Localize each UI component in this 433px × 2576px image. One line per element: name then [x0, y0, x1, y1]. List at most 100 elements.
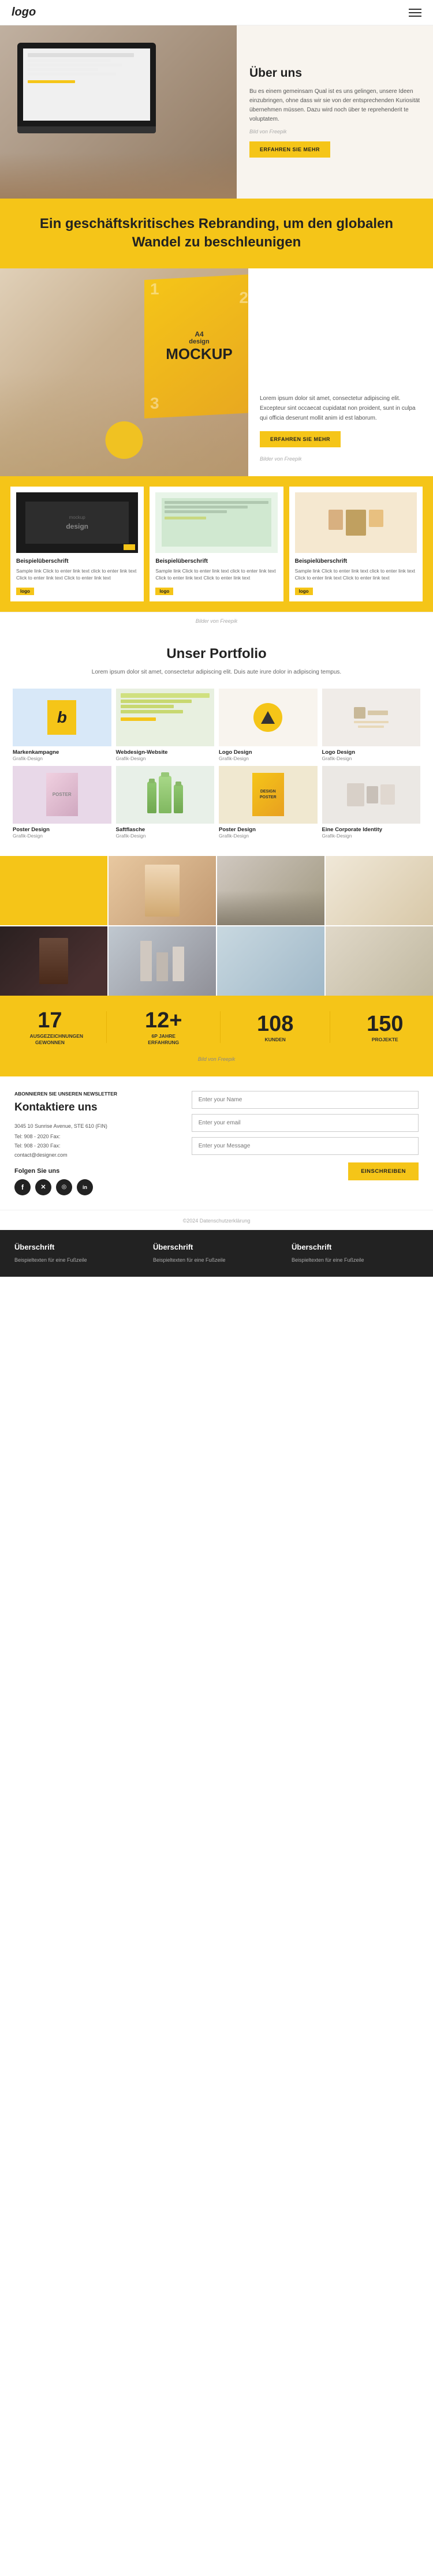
stat-label-2: KUNDEN	[257, 1037, 293, 1044]
card-2-image	[155, 492, 277, 553]
photo-cell-1	[0, 856, 107, 925]
portfolio-card-2: Beispielüberschrift Sample link Click to…	[150, 487, 283, 601]
hamburger-line	[409, 16, 421, 17]
card-2-tag: logo	[155, 588, 173, 595]
card-1-image: mockup design	[16, 492, 138, 553]
copyright-text: ©2024 Datenschutzerklärung	[183, 1218, 251, 1224]
hamburger-menu[interactable]	[409, 9, 421, 17]
photo-cell-7	[217, 926, 324, 996]
stats-img-credit: Bild von Freepik	[198, 1056, 236, 1062]
footer-col-0: Überschrift Beispieltexten für eine Fußz…	[14, 1243, 141, 1264]
contact-email: contact@designer.com	[14, 1151, 179, 1159]
mockup-sub-label: design	[189, 338, 209, 345]
portfolio-item-0[interactable]: b Markenkampagne Grafik-Design	[13, 689, 111, 761]
stats-section: 17 AUSGEZEICHNUNGEN GEWONNEN 12+ 6P JAHR…	[0, 996, 433, 1077]
contact-section: ABONNIEREN SIE UNSEREN NEWSLETTER Kontak…	[0, 1076, 433, 1209]
card-1-tag: logo	[16, 588, 34, 595]
portfolio-item-4-category: Grafik-Design	[13, 833, 111, 839]
card-1-text: Sample link Click to enter link text cli…	[16, 568, 138, 582]
contact-message-input[interactable]	[192, 1137, 419, 1155]
facebook-icon: f	[21, 1183, 24, 1191]
hero-image	[0, 25, 237, 199]
portfolio-card-3: Beispielüberschrift Sample link Click to…	[289, 487, 423, 601]
photo-cell-4	[326, 856, 433, 925]
rebranding-heading-section: Ein geschäftskritisches Rebranding, um d…	[0, 199, 433, 268]
stat-item-1: 12+ 6P JAHRE ERFAHRUNG	[143, 1008, 184, 1047]
portfolio-item-6-label: Poster Design	[219, 827, 318, 833]
hero-title: Über uns	[249, 66, 420, 80]
portfolio-item-5-category: Grafik-Design	[116, 833, 215, 839]
navbar: logo	[0, 0, 433, 25]
social-icons-row: f ✕ ◎ in	[14, 1179, 179, 1195]
mockup-panel: 1 2 3 A4 design MOCKUP	[144, 274, 248, 418]
portfolio-item-6[interactable]: DESIGNPOSTER Poster Design Grafik-Design	[219, 766, 318, 839]
mockup-number-badge-3: 3	[150, 394, 159, 413]
portfolio-item-6-category: Grafik-Design	[219, 833, 318, 839]
contact-phone1: Tel: 908 - 2020 Fax:	[14, 1132, 179, 1141]
contact-phone2: Tel: 908 - 2030 Fax:	[14, 1142, 179, 1150]
portfolio-item-4-image: POSTER	[13, 766, 111, 824]
rebranding-body-text: Lorem ipsum dolor sit amet, consectetur …	[260, 394, 421, 423]
social-icon-fb[interactable]: f	[14, 1179, 31, 1195]
stat-label-0: AUSGEZEICHNUNGEN GEWONNEN	[29, 1033, 70, 1047]
contact-title: Kontaktiere uns	[14, 1101, 179, 1114]
hero-section: Über uns Bu es einem gemeinsam Qual ist …	[0, 25, 433, 199]
portfolio-item-7-label: Eine Corporate Identity	[322, 827, 421, 833]
portfolio-card-1: mockup design Beispielüberschrift Sample…	[10, 487, 144, 601]
card-2-title: Beispielüberschrift	[155, 558, 277, 565]
footer: Überschrift Beispieltexten für eine Fußz…	[0, 1230, 433, 1277]
twitter-icon: ✕	[40, 1183, 46, 1191]
yellow-circle-deco	[106, 421, 143, 459]
stat-item-3: 150 PROJEKTE	[367, 1012, 403, 1044]
footer-col-1: Überschrift Beispieltexten für eine Fußz…	[153, 1243, 280, 1264]
social-icon-ig[interactable]: ◎	[56, 1179, 72, 1195]
portfolio-item-1[interactable]: Webdesign-Website Grafik-Design	[116, 689, 215, 761]
portfolio-item-5[interactable]: Saftflasche Grafik-Design	[116, 766, 215, 839]
footer-col-0-body: Beispieltexten für eine Fußzeile	[14, 1256, 141, 1264]
portfolio-item-7-category: Grafik-Design	[322, 833, 421, 839]
social-icon-tw[interactable]: ✕	[35, 1179, 51, 1195]
portfolio-item-3[interactable]: Logo Design Grafik-Design	[322, 689, 421, 761]
portfolio-item-2-category: Grafik-Design	[219, 756, 318, 761]
stat-item-2: 108 KUNDEN	[257, 1012, 293, 1044]
hero-cta-button[interactable]: ERFAHREN SIE MEHR	[249, 141, 330, 158]
copyright-bar: ©2024 Datenschutzerklärung	[0, 1210, 433, 1230]
portfolio-item-4[interactable]: POSTER Poster Design Grafik-Design	[13, 766, 111, 839]
social-icon-li[interactable]: in	[77, 1179, 93, 1195]
mockup-main-label: MOCKUP	[166, 345, 233, 362]
portfolio-item-0-label: Markenkampagne	[13, 749, 111, 756]
rebranding-img-credit: Bilder von Freepik	[260, 456, 421, 462]
portfolio-item-4-label: Poster Design	[13, 827, 111, 833]
hero-description: Bu es einem gemeinsam Qual ist es uns ge…	[249, 87, 420, 124]
card-3-text: Sample link Click to enter link text cli…	[295, 568, 417, 582]
linkedin-icon: in	[83, 1184, 87, 1190]
portfolio-item-7[interactable]: Eine Corporate Identity Grafik-Design	[322, 766, 421, 839]
portfolio-item-2-label: Logo Design	[219, 749, 318, 756]
rebranding-cta-button[interactable]: ERFAHREN SIE MEHR	[260, 431, 341, 447]
stat-number-0: 17	[29, 1008, 70, 1033]
mockup-number-badge-1: 1	[150, 280, 159, 298]
footer-col-2-title: Überschrift	[292, 1243, 419, 1251]
portfolio-item-2-image	[219, 689, 318, 746]
cards-credit: Bilder von Freepik	[196, 618, 238, 624]
nav-logo[interactable]: logo	[12, 6, 36, 19]
portfolio-item-2[interactable]: Logo Design Grafik-Design	[219, 689, 318, 761]
hamburger-line	[409, 12, 421, 13]
card-3-image	[295, 492, 417, 553]
photo-cell-3	[217, 856, 324, 925]
card-1-title: Beispielüberschrift	[16, 558, 138, 565]
contact-email-input[interactable]	[192, 1114, 419, 1132]
footer-col-2: Überschrift Beispieltexten für eine Fußz…	[292, 1243, 419, 1264]
portfolio-section: Unser Portfolio Lorem ipsum dolor sit am…	[0, 629, 433, 856]
stat-item-0: 17 AUSGEZEICHNUNGEN GEWONNEN	[29, 1008, 70, 1047]
portfolio-item-5-image	[116, 766, 215, 824]
portfolio-item-0-category: Grafik-Design	[13, 756, 111, 761]
stat-number-3: 150	[367, 1012, 403, 1037]
stat-number-1: 12+	[143, 1008, 184, 1033]
contact-name-input[interactable]	[192, 1091, 419, 1109]
card-2-text: Sample link Click to enter link text cli…	[155, 568, 277, 582]
subscribe-button[interactable]: EINSCHREIBEN	[348, 1162, 419, 1180]
newsletter-label: ABONNIEREN SIE UNSEREN NEWSLETTER	[14, 1091, 179, 1098]
mockup-a4-label: A4	[195, 330, 203, 338]
portfolio-subtitle: Lorem ipsum dolor sit amet, consectetur …	[78, 668, 355, 677]
